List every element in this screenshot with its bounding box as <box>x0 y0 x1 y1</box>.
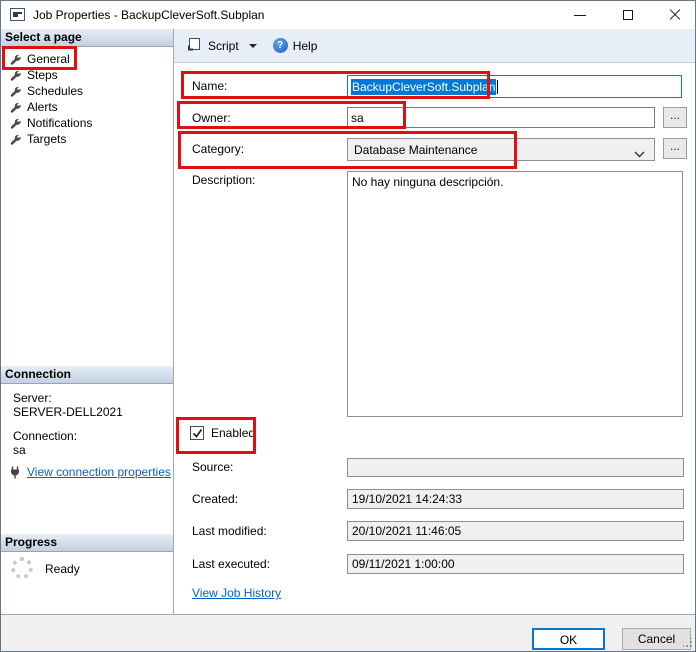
maximize-button[interactable] <box>611 1 645 29</box>
category-browse-button[interactable]: ... <box>663 138 687 159</box>
category-label: Category: <box>192 142 244 156</box>
toolbar: Script ? Help <box>174 29 696 63</box>
name-input[interactable]: BackupCleverSoft.Subplan <box>347 75 682 98</box>
minimize-button[interactable] <box>563 1 597 29</box>
wrench-icon <box>9 133 22 150</box>
script-button[interactable]: Script <box>186 36 257 55</box>
ok-button[interactable]: OK <box>532 628 605 650</box>
minimize-icon <box>574 15 586 16</box>
general-page-content: Name: BackupCleverSoft.Subplan Owner: sa… <box>174 63 696 614</box>
sidebar-item-alerts[interactable]: Alerts <box>1 99 173 115</box>
sidebar-item-targets[interactable]: Targets <box>1 131 173 147</box>
last-executed-label: Last executed: <box>192 557 270 571</box>
enabled-label: Enabled <box>211 426 255 440</box>
category-selected-value: Database Maintenance <box>354 143 477 157</box>
last-executed-field: 09/11/2021 1:00:00 <box>347 554 684 574</box>
title-bar: Job Properties - BackupCleverSoft.Subpla… <box>1 1 695 29</box>
last-modified-label: Last modified: <box>192 524 267 538</box>
close-button[interactable] <box>658 1 692 29</box>
sidebar: Select a page General Steps Schedules Al… <box>1 29 173 614</box>
category-dropdown[interactable]: Database Maintenance <box>347 138 655 161</box>
text-caret <box>497 80 498 94</box>
footer: OK Cancel <box>1 614 695 652</box>
view-job-history-link[interactable]: View Job History <box>192 586 281 600</box>
owner-input[interactable]: sa <box>347 107 655 128</box>
sidebar-item-label: Targets <box>27 131 66 147</box>
select-a-page-header: Select a page <box>1 29 173 47</box>
sidebar-item-schedules[interactable]: Schedules <box>1 83 173 99</box>
progress-header: Progress <box>1 534 173 552</box>
main-panel: Script ? Help Name: BackupCleverSoft.Sub… <box>173 29 696 614</box>
sidebar-item-label: Schedules <box>27 83 83 99</box>
server-label: Server: <box>13 391 52 405</box>
server-value: SERVER-DELL2021 <box>13 405 123 419</box>
connection-label: Connection: <box>13 429 77 443</box>
chevron-down-icon <box>634 147 645 161</box>
source-label: Source: <box>192 460 233 474</box>
help-button[interactable]: ? Help <box>273 38 318 53</box>
owner-input-text: sa <box>351 111 364 125</box>
script-label: Script <box>208 39 239 53</box>
description-textarea[interactable]: No hay ninguna descripción. <box>347 171 683 417</box>
sidebar-item-general[interactable]: General <box>1 51 173 67</box>
enabled-checkbox[interactable] <box>190 426 204 440</box>
created-label: Created: <box>192 492 238 506</box>
plug-icon <box>8 466 22 482</box>
script-icon <box>186 36 202 55</box>
cancel-button[interactable]: Cancel <box>622 628 691 650</box>
sidebar-item-label: Alerts <box>27 99 58 115</box>
sidebar-item-notifications[interactable]: Notifications <box>1 115 173 131</box>
window-title: Job Properties - BackupCleverSoft.Subpla… <box>33 1 264 29</box>
sidebar-item-label: Steps <box>27 67 58 83</box>
owner-browse-button[interactable]: ... <box>663 107 687 128</box>
help-circle-icon: ? <box>273 38 288 53</box>
spinner-icon <box>11 557 33 579</box>
checkmark-icon <box>191 427 204 440</box>
source-field <box>347 458 684 477</box>
name-input-selected-text: BackupCleverSoft.Subplan <box>351 79 496 95</box>
connection-header: Connection <box>1 366 173 384</box>
name-label: Name: <box>192 79 227 93</box>
help-label: Help <box>293 39 318 53</box>
progress-status: Ready <box>45 562 80 576</box>
description-label: Description: <box>192 173 255 187</box>
job-properties-dialog: Job Properties - BackupCleverSoft.Subpla… <box>0 0 696 652</box>
owner-label: Owner: <box>192 111 231 125</box>
chevron-down-icon[interactable] <box>249 44 257 48</box>
properties-window-icon <box>10 8 25 21</box>
connection-value: sa <box>13 443 26 457</box>
created-field: 19/10/2021 14:24:33 <box>347 489 684 509</box>
sidebar-item-label: General <box>27 51 70 67</box>
last-modified-field: 20/10/2021 11:46:05 <box>347 521 684 541</box>
maximize-icon <box>623 10 633 20</box>
sidebar-item-steps[interactable]: Steps <box>1 67 173 83</box>
sidebar-item-label: Notifications <box>27 115 92 131</box>
view-connection-properties-link[interactable]: View connection properties <box>27 465 171 479</box>
resize-grip-icon[interactable] <box>683 637 693 651</box>
